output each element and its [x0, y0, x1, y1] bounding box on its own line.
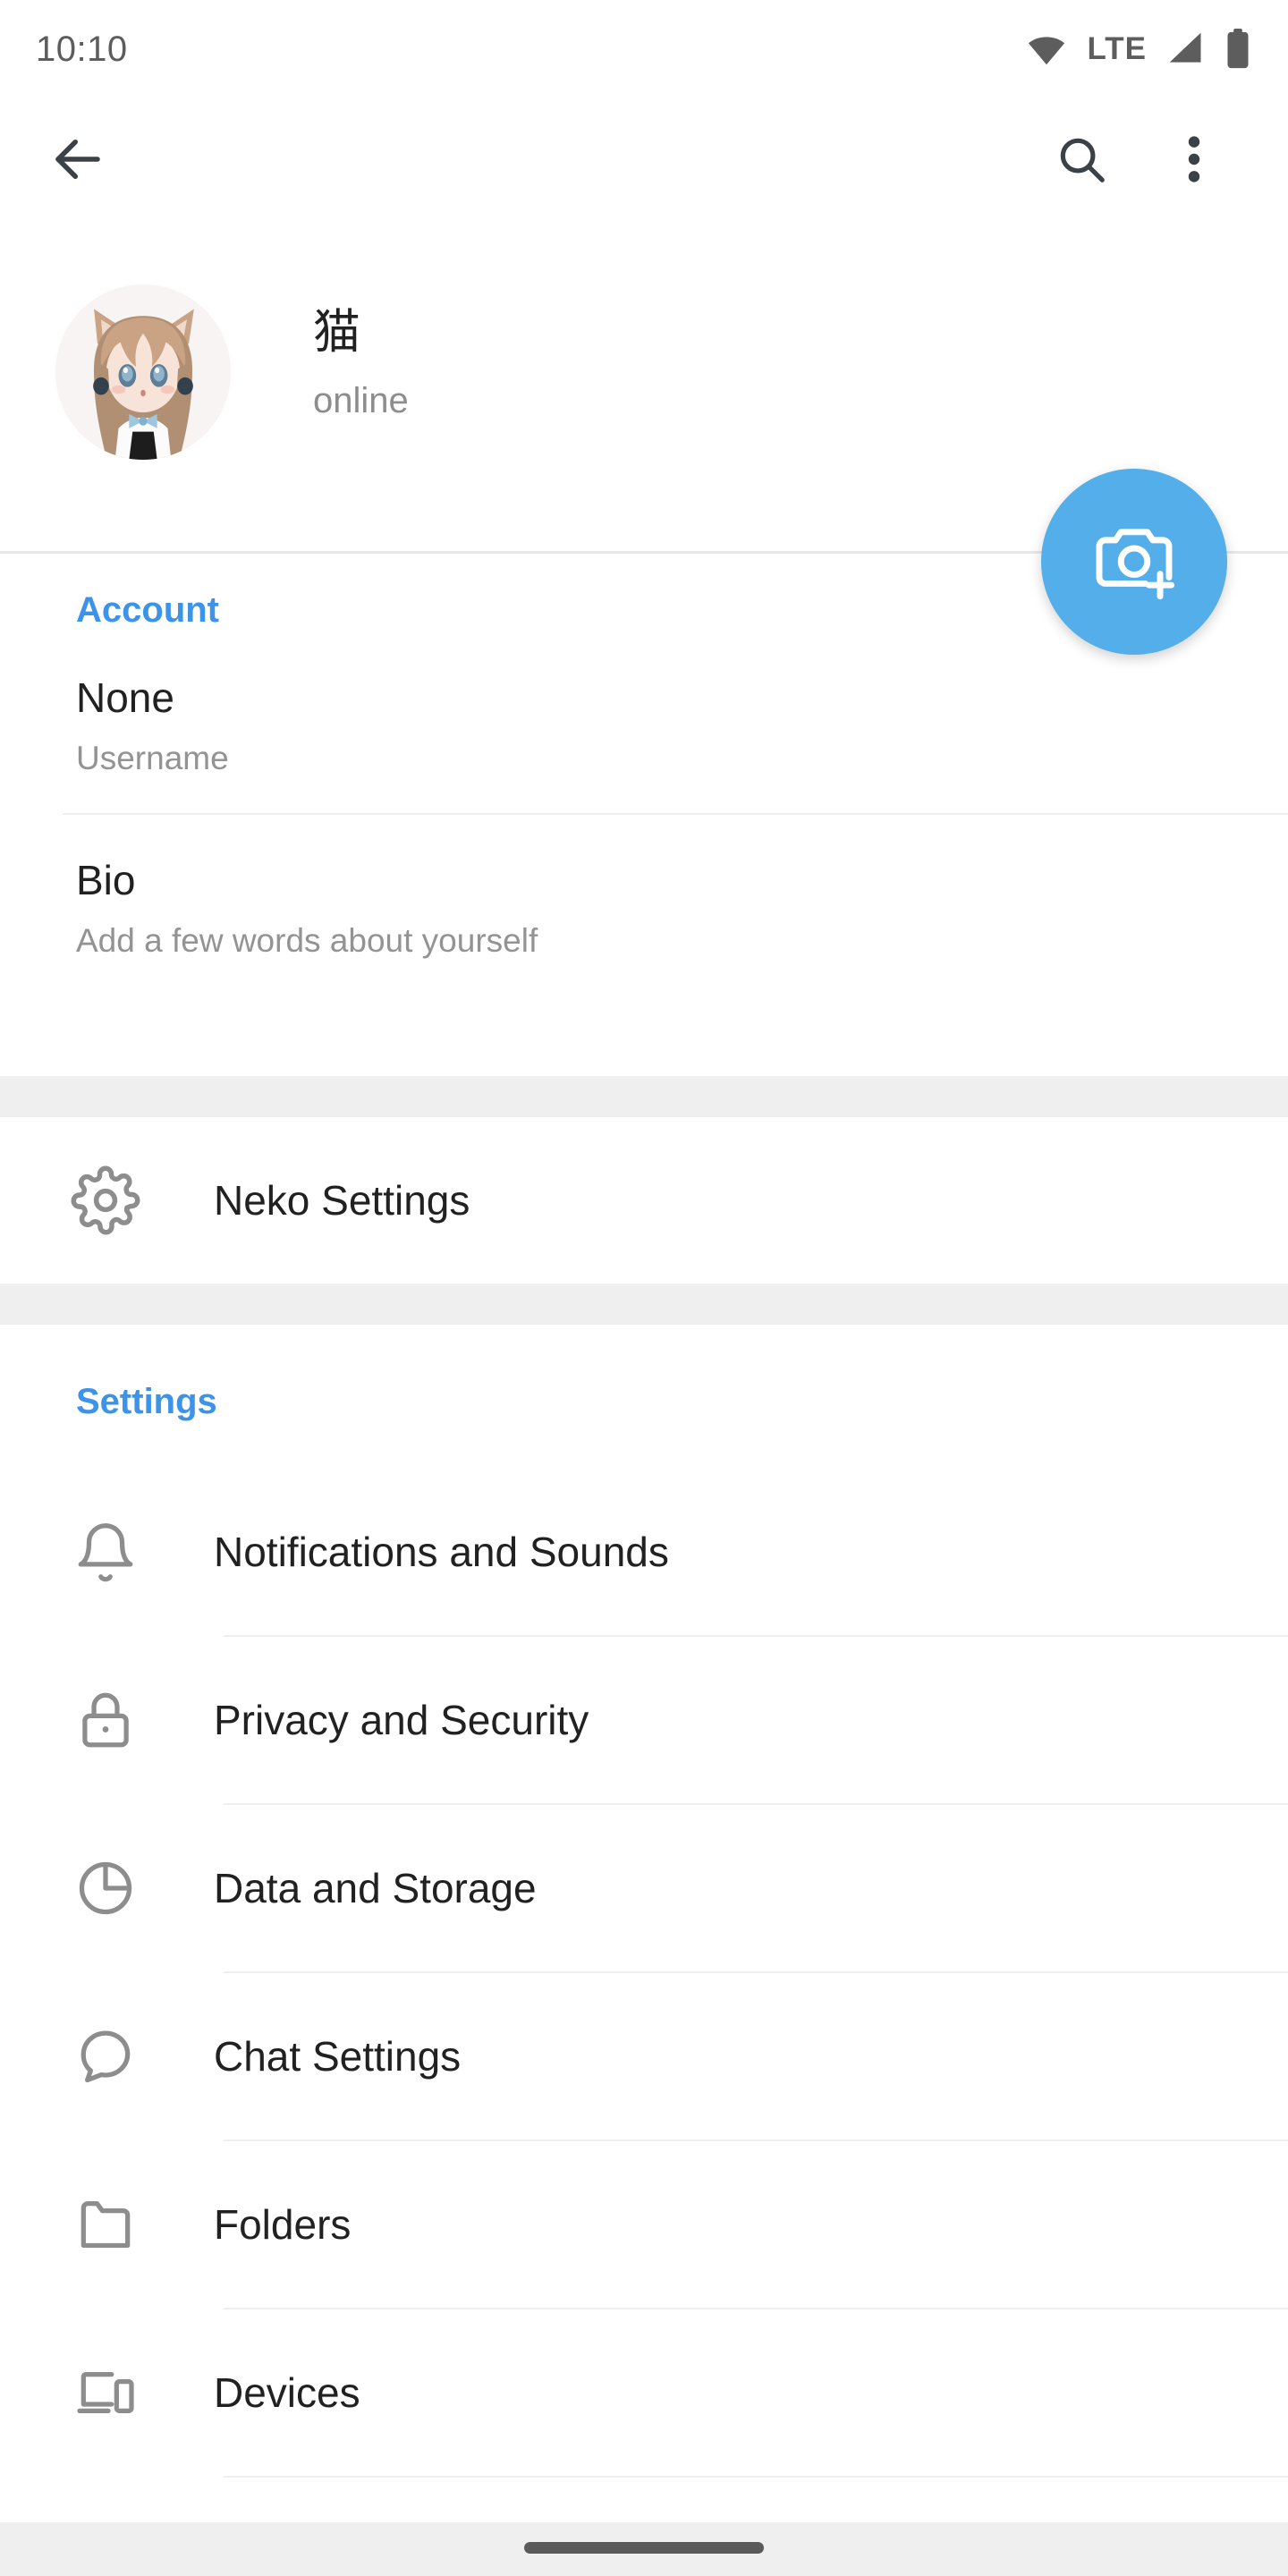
settings-screen: 10:10 LTE 猫 online Account None Username…: [0, 0, 1288, 2576]
username-label: Username: [76, 740, 229, 776]
neko-settings-label: Neko Settings: [214, 1177, 470, 1224]
sidebar-item-label: Devices: [214, 2369, 360, 2416]
app-toolbar: [0, 98, 1288, 224]
avatar[interactable]: [55, 284, 231, 460]
more-vertical-icon: [1185, 131, 1203, 191]
devices-icon: [63, 2360, 148, 2426]
account-section-header: Account: [76, 590, 219, 630]
bio-row[interactable]: Bio Add a few words about yourself: [0, 815, 1288, 997]
username-row[interactable]: None Username: [0, 631, 1288, 813]
settings-section-header: Settings: [76, 1382, 217, 1421]
gear-icon: [63, 1165, 148, 1235]
avatar-illustration: [55, 284, 231, 460]
sidebar-item-notifications[interactable]: Notifications and Sounds: [0, 1469, 1288, 1635]
sidebar-item-label: Data and Storage: [214, 1865, 537, 1911]
chat-bubble-icon: [63, 2023, 148, 2089]
sidebar-item-label: Privacy and Security: [214, 1697, 589, 1743]
battery-icon: [1225, 29, 1250, 70]
profile-name: 猫: [313, 306, 360, 359]
section-separator-band-2: [0, 1284, 1288, 1325]
bio-label: Bio: [76, 857, 136, 903]
settings-section: Settings Notifications and Sounds Privac…: [0, 1382, 1288, 2576]
sidebar-item-folders[interactable]: Folders: [0, 2141, 1288, 2308]
sidebar-item-label: Chat Settings: [214, 2033, 462, 2080]
username-value: None: [76, 674, 174, 721]
section-separator-band: [0, 1076, 1288, 1117]
system-navigation-bar: [0, 2522, 1288, 2576]
settings-list: Notifications and Sounds Privacy and Sec…: [0, 1469, 1288, 2576]
sidebar-item-label: Folders: [214, 2201, 352, 2248]
account-section: Account None Username Bio Add a few word…: [0, 590, 1288, 997]
sidebar-item-data-storage[interactable]: Data and Storage: [0, 1805, 1288, 1971]
status-bar: 10:10 LTE: [0, 0, 1288, 98]
neko-settings-section: Neko Settings: [0, 1117, 1288, 1284]
wifi-icon: [1026, 29, 1067, 70]
overflow-menu-button[interactable]: [1163, 130, 1225, 192]
bell-icon: [63, 1519, 148, 1585]
sidebar-item-label: Notifications and Sounds: [214, 1529, 669, 1575]
network-type-label: LTE: [1087, 31, 1147, 66]
search-icon: [1054, 131, 1109, 191]
lock-icon: [63, 1687, 148, 1753]
profile-status: online: [313, 380, 409, 420]
status-indicators: LTE: [1026, 29, 1250, 70]
folder-icon: [63, 2191, 148, 2258]
sidebar-item-chat-settings[interactable]: Chat Settings: [0, 1973, 1288, 2140]
back-button[interactable]: [47, 130, 109, 192]
profile-info: 猫 online: [313, 284, 409, 421]
search-button[interactable]: [1050, 130, 1113, 192]
gesture-handle[interactable]: [524, 2542, 764, 2554]
signal-icon: [1166, 30, 1206, 69]
neko-settings-row[interactable]: Neko Settings: [0, 1117, 1288, 1284]
sidebar-item-devices[interactable]: Devices: [0, 2309, 1288, 2476]
back-arrow-icon: [48, 130, 107, 193]
toolbar-actions: [1050, 130, 1225, 192]
pie-chart-icon: [63, 1855, 148, 1921]
sidebar-item-privacy[interactable]: Privacy and Security: [0, 1637, 1288, 1803]
bio-placeholder: Add a few words about yourself: [76, 922, 538, 959]
status-clock: 10:10: [36, 29, 128, 69]
